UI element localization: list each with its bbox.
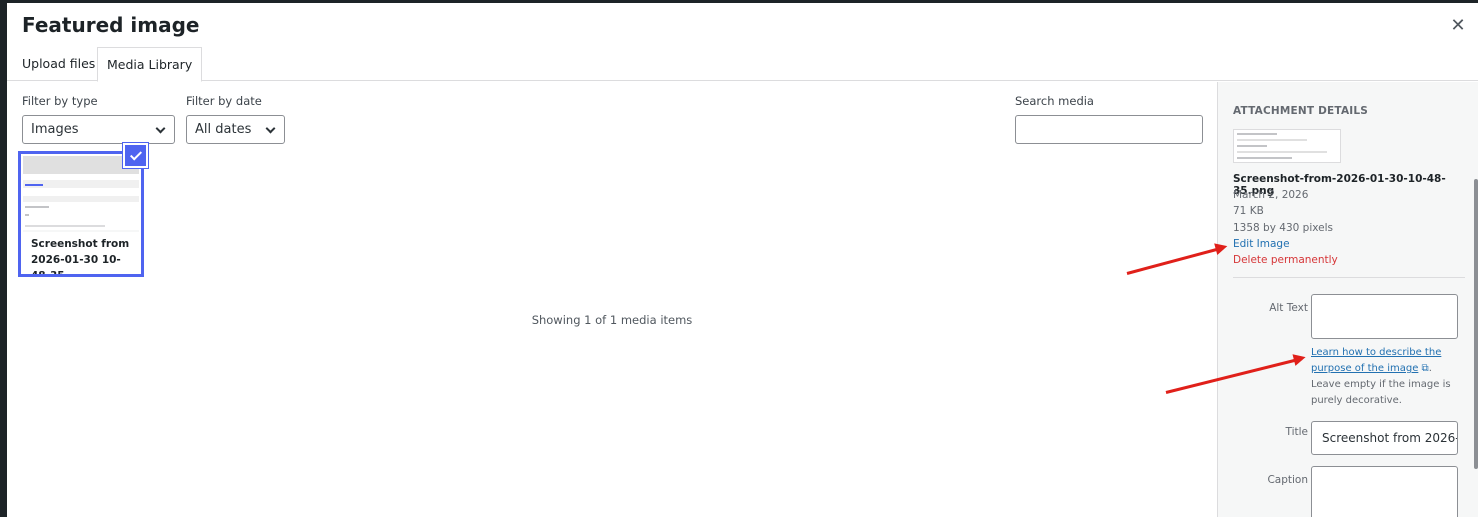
delete-permanently-link[interactable]: Delete permanently	[1233, 254, 1338, 266]
media-item[interactable]: Screenshot from 2026-01-30 10-48-35	[18, 151, 144, 277]
search-media-label: Search media	[1015, 94, 1094, 108]
search-input[interactable]	[1015, 115, 1203, 144]
media-item-label: Screenshot from 2026-01-30 10-48-35	[23, 232, 139, 274]
media-item-thumbnail	[23, 156, 139, 230]
attachment-dimensions: 1358 by 430 pixels	[1233, 222, 1333, 234]
external-link-icon: ⧉	[1421, 363, 1429, 374]
edit-image-link[interactable]: Edit Image	[1233, 238, 1290, 250]
filter-type-label: Filter by type	[22, 94, 98, 108]
attachment-date: March 2, 2026	[1233, 189, 1309, 201]
media-count: Showing 1 of 1 media items	[531, 313, 693, 327]
tab-media-library[interactable]: Media Library	[97, 47, 203, 82]
alt-text-label: Alt Text	[1269, 302, 1308, 314]
featured-image-modal: Featured image ✕ Upload files Media Libr…	[7, 3, 1478, 517]
filter-type-value: Images	[31, 122, 79, 137]
filter-date-select[interactable]: All dates	[186, 115, 285, 144]
attachment-details-panel: ATTACHMENT DETAILS Screenshot-from-2026-…	[1217, 82, 1478, 517]
modal-tabs: Upload files Media Library	[7, 47, 1478, 82]
filter-date-value: All dates	[195, 122, 252, 137]
caption-field[interactable]	[1311, 466, 1458, 517]
filter-type-select[interactable]: Images	[22, 115, 175, 144]
caption-label: Caption	[1267, 474, 1308, 486]
tab-upload-files[interactable]: Upload files	[13, 47, 104, 81]
media-browser: Filter by type Images Filter by date All…	[7, 82, 1217, 517]
close-icon[interactable]: ✕	[1450, 15, 1466, 36]
filter-date-label: Filter by date	[186, 94, 262, 108]
selected-check-icon[interactable]	[123, 143, 148, 168]
sidebar-scrollbar[interactable]	[1474, 179, 1478, 469]
attachment-thumbnail	[1233, 129, 1341, 163]
chevron-down-icon	[155, 123, 166, 134]
chevron-down-icon	[265, 123, 276, 134]
title-field[interactable]: Screenshot from 2026-01-30 10-48-35	[1311, 421, 1458, 455]
attachment-size: 71 KB	[1233, 205, 1264, 217]
alt-text-field[interactable]	[1311, 294, 1458, 339]
alt-text-help: Learn how to describe the purpose of the…	[1311, 345, 1461, 409]
attachment-details-heading: ATTACHMENT DETAILS	[1233, 105, 1369, 117]
title-label: Title	[1285, 426, 1308, 438]
divider	[1233, 277, 1465, 278]
modal-title: Featured image	[22, 13, 200, 37]
